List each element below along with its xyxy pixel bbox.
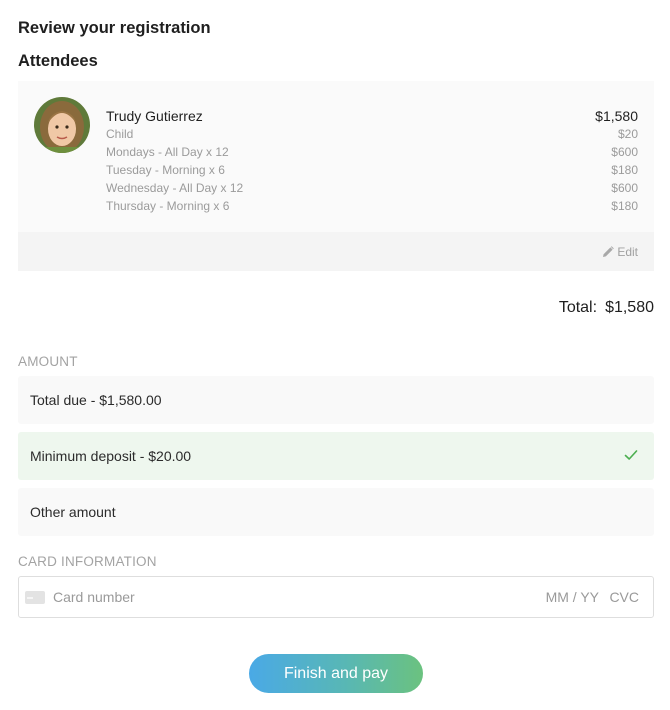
line-item-amount: $180 — [611, 163, 638, 177]
edit-label: Edit — [617, 245, 638, 259]
line-item: Mondays - All Day x 12 $600 — [106, 145, 638, 161]
attendees-heading: Attendees — [18, 52, 98, 70]
card-input[interactable]: Card number MM / YY CVC — [18, 576, 654, 618]
amount-option-other[interactable]: Other amount — [18, 488, 654, 536]
amount-option-label: Other amount — [30, 504, 116, 520]
finish-and-pay-button[interactable]: Finish and pay — [249, 654, 423, 693]
attendee-footer: Edit — [18, 232, 654, 271]
line-item-label: Wednesday - All Day x 12 — [106, 181, 244, 195]
line-item-label: Tuesday - Morning x 6 — [106, 163, 225, 177]
line-item-label: Mondays - All Day x 12 — [106, 145, 229, 159]
total-label: Total: — [558, 299, 598, 316]
line-item: Thursday - Morning x 6 $180 — [106, 199, 638, 215]
attendee-name: Trudy Gutierrez — [106, 108, 203, 124]
attendee-details: Trudy Gutierrez $1,580 Child $20 Mondays… — [18, 81, 654, 232]
attendee-card: Trudy Gutierrez $1,580 Child $20 Mondays… — [18, 81, 654, 271]
line-item: Tuesday - Morning x 6 $180 — [106, 163, 638, 179]
attendee-total: $1,580 — [595, 108, 638, 124]
order-total: Total: $1,580 — [559, 299, 654, 317]
line-item-amount: $20 — [617, 127, 638, 141]
line-item-amount: $600 — [611, 181, 638, 195]
line-item-amount: $600 — [611, 145, 638, 159]
card-expiry-input[interactable]: MM / YY — [546, 589, 599, 605]
card-cvc-input[interactable]: CVC — [609, 589, 639, 605]
line-item-label: Thursday - Morning x 6 — [106, 199, 230, 213]
amount-heading: AMOUNT — [18, 354, 78, 369]
pencil-icon — [603, 246, 615, 257]
avatar — [34, 97, 90, 153]
total-value: $1,580 — [605, 299, 654, 316]
edit-button[interactable]: Edit — [602, 245, 638, 259]
card-number-input[interactable]: Card number — [53, 589, 135, 605]
line-item-label: Child — [106, 127, 134, 141]
line-item-amount: $180 — [611, 199, 638, 213]
amount-option-minimum-deposit[interactable]: Minimum deposit - $20.00 — [18, 432, 654, 480]
amount-option-label: Total due - $1,580.00 — [30, 392, 162, 408]
credit-card-icon — [25, 591, 45, 604]
line-item: Child $20 — [106, 127, 638, 143]
amount-option-label: Minimum deposit - $20.00 — [30, 448, 192, 464]
amount-option-total-due[interactable]: Total due - $1,580.00 — [18, 376, 654, 424]
check-icon — [624, 450, 638, 460]
line-item: Wednesday - All Day x 12 $600 — [106, 181, 638, 197]
card-info-heading: CARD INFORMATION — [18, 554, 157, 569]
page-title: Review your registration — [18, 19, 211, 37]
